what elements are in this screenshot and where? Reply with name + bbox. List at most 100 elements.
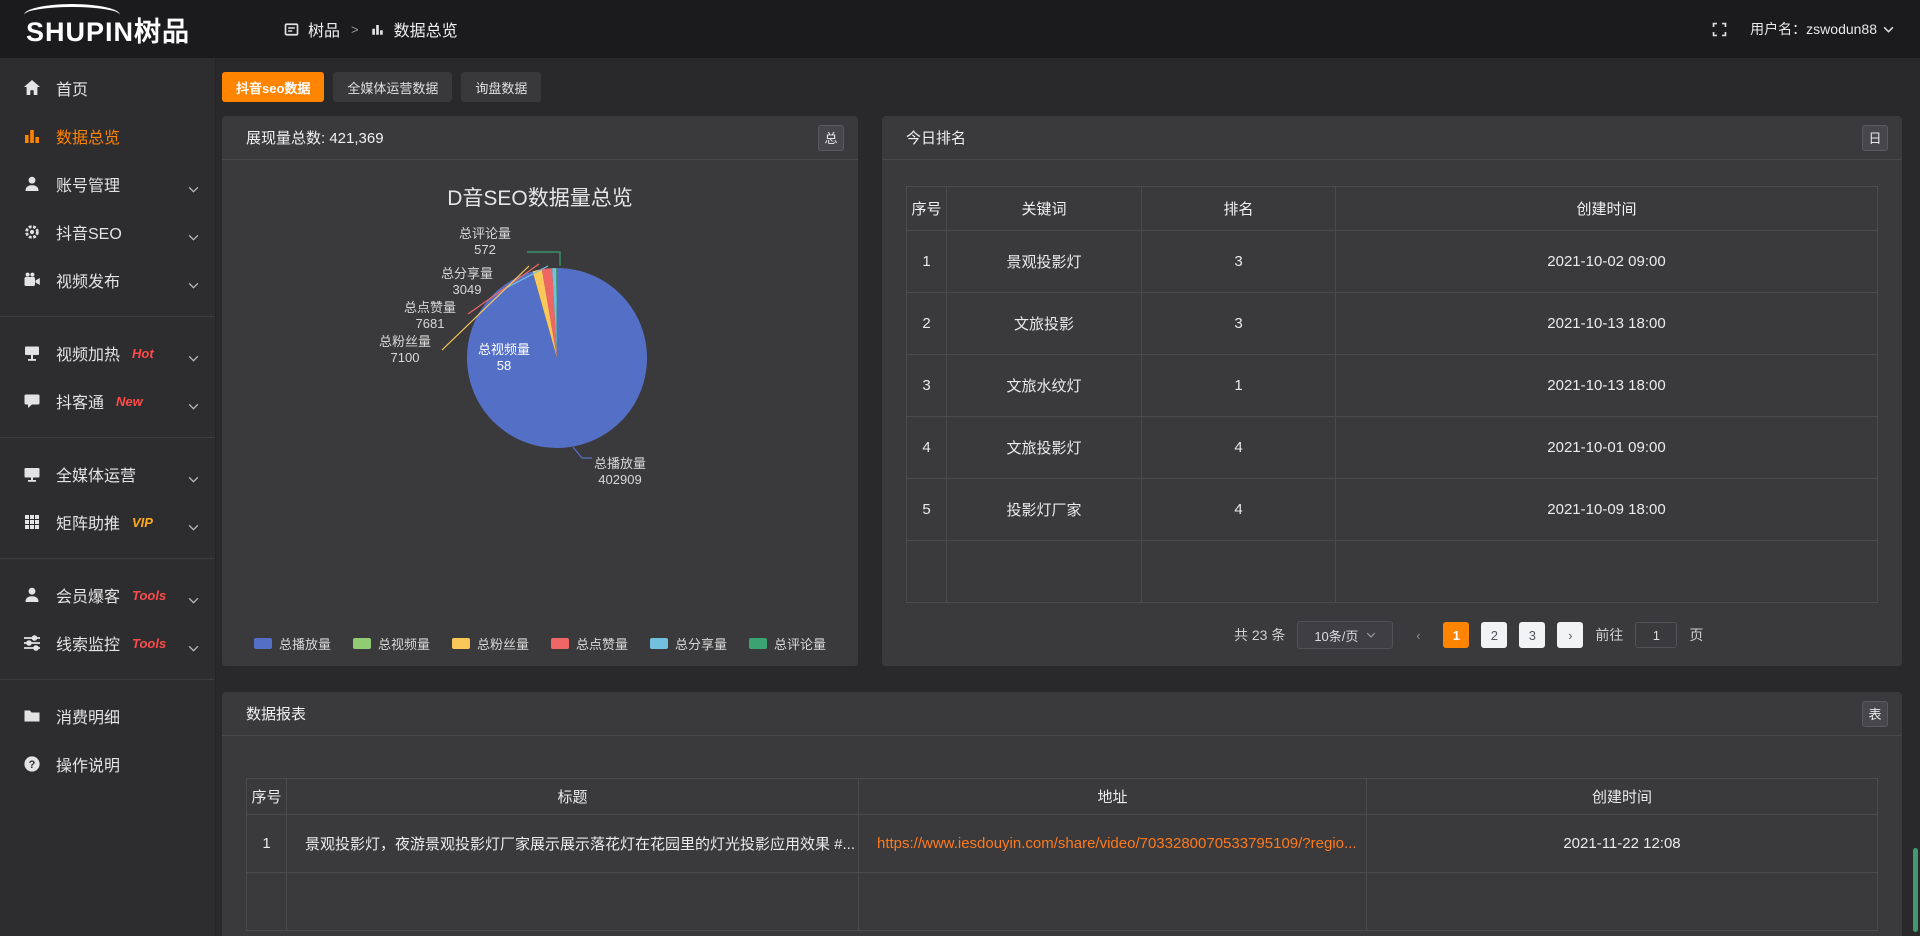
label-line-comments xyxy=(527,252,560,266)
sidebar-item-video-publish[interactable]: 视频发布 xyxy=(0,256,215,304)
chart-bars-icon xyxy=(22,126,42,146)
video-link[interactable]: https://www.iesdouyin.com/share/video/70… xyxy=(877,835,1357,852)
table-row: 1 景观投影灯，夜游景观投影灯厂家展示展示落花灯在花园里的灯光投影应用效果 #.… xyxy=(247,815,1878,873)
table-view-button[interactable]: 表 xyxy=(1862,701,1888,727)
pie-label-shares: 总分享量3049 xyxy=(422,266,512,298)
page-button-2[interactable]: 2 xyxy=(1481,622,1507,648)
table-header-row: 序号 标题 地址 创建时间 xyxy=(247,779,1878,815)
chevron-down-icon xyxy=(188,276,199,294)
tab-inquiry-data[interactable]: 询盘数据 xyxy=(461,72,541,102)
pie-label-likes: 总点赞量7681 xyxy=(385,300,475,332)
report-row-title: 景观投影灯，夜游景观投影灯厂家展示展示落花灯在花园里的灯光投影应用效果 #... xyxy=(287,815,859,873)
user-menu[interactable]: 用户名：zswodun88 xyxy=(1750,19,1894,39)
sidebar-item-data-overview[interactable]: 数据总览 xyxy=(0,112,215,160)
legend-item-shares[interactable]: 总分享量 xyxy=(650,634,727,653)
impressions-panel: 展现量总数: 421,369 总 D音SEO数据量总览 总评论量572 总分享 xyxy=(222,116,858,666)
chevron-down-icon xyxy=(188,470,199,488)
impressions-total: 展现量总数: 421,369 xyxy=(246,127,384,148)
sidebar-item-member-burst[interactable]: 会员爆客 Tools xyxy=(0,571,215,619)
legend-item-comments[interactable]: 总评论量 xyxy=(749,634,826,653)
pie-label-fans: 总粉丝量7100 xyxy=(360,334,450,366)
user-icon xyxy=(22,174,42,194)
sidebar-item-spend-detail[interactable]: 消费明细 xyxy=(0,692,215,740)
goto-suffix: 页 xyxy=(1689,625,1703,645)
chevron-down-icon xyxy=(188,518,199,536)
breadcrumb-root[interactable]: 树品 xyxy=(308,17,340,41)
sidebar-nav: 首页 数据总览 账号管理 抖音SEO 视频发布 视频加热 Hot 抖客通 New… xyxy=(0,58,216,936)
ranking-table: 序号 关键词 排名 创建时间 1 景观投影灯 3 2021-10-02 09:0… xyxy=(906,186,1878,603)
tab-douyin-seo[interactable]: 抖音seo数据 xyxy=(222,72,324,102)
page-button-3[interactable]: 3 xyxy=(1519,622,1545,648)
table-row: 1 景观投影灯 3 2021-10-02 09:00 xyxy=(907,231,1878,293)
sidebar-item-help[interactable]: ? 操作说明 xyxy=(0,740,215,788)
chevron-down-icon xyxy=(188,397,199,415)
chat-bubble-icon xyxy=(22,391,42,411)
sidebar-item-douyin-seo[interactable]: 抖音SEO xyxy=(0,208,215,256)
fullscreen-icon[interactable] xyxy=(1711,21,1728,38)
legend-item-videos[interactable]: 总视频量 xyxy=(353,634,430,653)
gear-icon xyxy=(22,222,42,242)
pie-label-videos: 总视频量58 xyxy=(459,342,549,374)
legend-item-plays[interactable]: 总播放量 xyxy=(254,634,331,653)
chevron-down-icon xyxy=(1366,632,1376,638)
legend-item-likes[interactable]: 总点赞量 xyxy=(551,634,628,653)
logo-arc xyxy=(24,4,120,26)
chevron-down-icon xyxy=(188,228,199,246)
sidebar-item-matrix-boost[interactable]: 矩阵助推 VIP xyxy=(0,498,215,546)
breadcrumb-current: 数据总览 xyxy=(394,17,458,41)
table-row-empty xyxy=(247,873,1878,931)
report-title: 数据报表 xyxy=(246,703,306,724)
tools-badge: Tools xyxy=(132,636,166,651)
goto-page-input[interactable] xyxy=(1635,622,1677,648)
prev-page-button[interactable]: ‹ xyxy=(1405,622,1431,648)
hot-badge: Hot xyxy=(132,346,154,361)
chevron-down-icon xyxy=(188,349,199,367)
monitor-icon xyxy=(22,464,42,484)
next-page-button[interactable]: › xyxy=(1557,622,1583,648)
pagination: 共 23 条 10条/页 ‹ 1 2 3 › 前往 页 xyxy=(1234,621,1703,649)
total-view-button[interactable]: 总 xyxy=(818,125,844,151)
chevron-down-icon xyxy=(188,180,199,198)
svg-text:?: ? xyxy=(29,759,36,771)
sidebar-divider xyxy=(0,679,215,680)
table-row: 2 文旅投影 3 2021-10-13 18:00 xyxy=(907,293,1878,355)
sliders-icon xyxy=(22,633,42,653)
legend-item-fans[interactable]: 总粉丝量 xyxy=(452,634,529,653)
day-view-button[interactable]: 日 xyxy=(1862,125,1888,151)
sidebar-item-doukertong[interactable]: 抖客通 New xyxy=(0,377,215,425)
page-size-select[interactable]: 10条/页 xyxy=(1297,621,1393,649)
app-logo[interactable]: SHUPIN树品 xyxy=(0,0,216,58)
vip-badge: VIP xyxy=(132,515,153,530)
goto-label: 前往 xyxy=(1595,625,1623,645)
scrollbar-thumb[interactable] xyxy=(1913,848,1918,932)
question-circle-icon: ? xyxy=(22,754,42,774)
report-table: 序号 标题 地址 创建时间 1 景观投影灯，夜游景观投影灯厂家展示展示落花灯在花… xyxy=(246,778,1878,931)
seo-pie-chart: D音SEO数据量总览 总评论量572 总分享量3049 总点赞量7681 xyxy=(222,160,858,666)
table-row-empty xyxy=(907,541,1878,603)
sidebar-divider xyxy=(0,558,215,559)
sidebar-item-home[interactable]: 首页 xyxy=(0,64,215,112)
chevron-down-icon xyxy=(188,591,199,609)
ranking-title: 今日排名 xyxy=(906,127,966,148)
username-label: 用户名：zswodun88 xyxy=(1750,19,1877,39)
sidebar-item-account[interactable]: 账号管理 xyxy=(0,160,215,208)
table-row: 5 投影灯厂家 4 2021-10-09 18:00 xyxy=(907,479,1878,541)
home-icon xyxy=(22,78,42,98)
screen-flag-icon xyxy=(22,343,42,363)
data-source-tabs: 抖音seo数据 全媒体运营数据 询盘数据 xyxy=(222,72,1902,102)
chart-legend: 总播放量 总视频量 总粉丝量 总点赞量 总分享量 总评论量 xyxy=(222,634,858,653)
sidebar-item-omnimedia[interactable]: 全媒体运营 xyxy=(0,450,215,498)
ranking-panel: 今日排名 日 序号 关键词 排名 创建时间 1 景观投影灯 3 2021-10-… xyxy=(882,116,1902,666)
folder-icon xyxy=(22,706,42,726)
chevron-down-icon xyxy=(188,639,199,657)
sidebar-item-video-heat[interactable]: 视频加热 Hot xyxy=(0,329,215,377)
pagination-total: 共 23 条 xyxy=(1234,625,1285,645)
sidebar-item-lead-monitor[interactable]: 线索监控 Tools xyxy=(0,619,215,667)
page-button-1[interactable]: 1 xyxy=(1443,622,1469,648)
tab-omnimedia-data[interactable]: 全媒体运营数据 xyxy=(333,72,452,102)
board-icon xyxy=(284,22,299,37)
person-icon xyxy=(22,585,42,605)
pie-label-plays: 总播放量402909 xyxy=(575,456,665,488)
tools-badge: Tools xyxy=(132,588,166,603)
pie-label-comments: 总评论量572 xyxy=(440,226,530,258)
